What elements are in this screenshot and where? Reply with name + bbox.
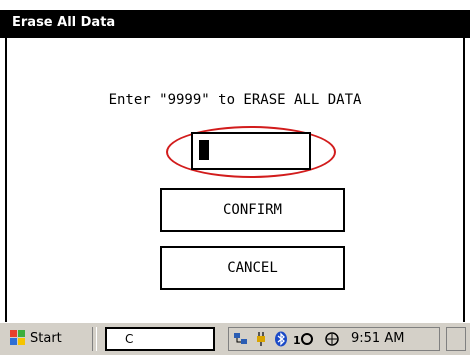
signal-icon[interactable]: 1 [293,331,315,347]
network-icon[interactable] [233,331,249,347]
taskbar: Start C 1 9:51 AM [0,322,470,355]
windows-logo-icon [10,330,26,346]
cancel-button[interactable]: CANCEL [160,246,345,290]
text-caret [199,140,209,160]
clock[interactable]: 9:51 AM [351,331,404,346]
taskbar-separator [92,327,97,351]
title-bar: Erase All Data [0,10,470,38]
input-panel-icon[interactable] [446,327,466,351]
taskbar-task-label: C [125,332,134,346]
window-title: Erase All Data [12,15,116,30]
start-label: Start [30,331,62,346]
power-plug-icon[interactable] [253,331,269,347]
connection-icon[interactable] [321,331,343,347]
system-tray: 1 9:51 AM [228,327,440,351]
erase-prompt: Enter "9999" to ERASE ALL DATA [108,92,362,108]
svg-text:1: 1 [293,334,301,347]
taskbar-task-button[interactable]: C [105,327,215,351]
confirm-button[interactable]: CONFIRM [160,188,345,232]
erase-code-input[interactable] [191,132,311,170]
bluetooth-icon[interactable] [273,331,289,347]
start-button[interactable]: Start [8,327,92,351]
app-window [5,10,465,355]
